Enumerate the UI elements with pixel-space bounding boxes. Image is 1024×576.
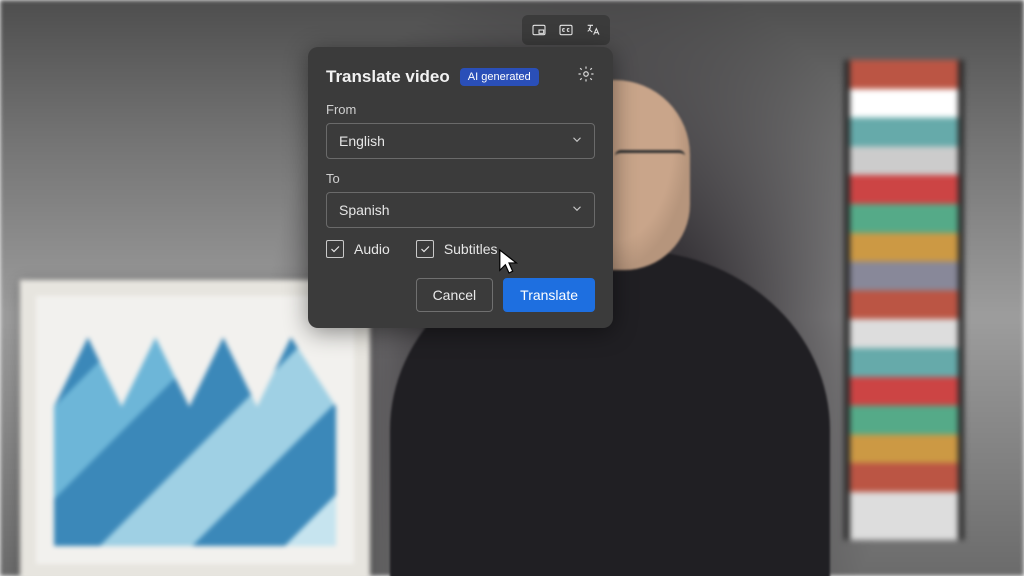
cc-icon[interactable]: [554, 18, 578, 42]
subtitles-label: Subtitles: [444, 241, 498, 257]
chevron-down-icon: [570, 202, 584, 219]
chevron-down-icon: [570, 133, 584, 150]
subtitles-checkbox[interactable]: Subtitles: [416, 240, 498, 258]
dialog-title: Translate video: [326, 67, 450, 87]
to-language-select[interactable]: Spanish: [326, 192, 595, 228]
cancel-button[interactable]: Cancel: [416, 278, 494, 312]
checkbox-box: [416, 240, 434, 258]
from-language-select[interactable]: English: [326, 123, 595, 159]
to-label: To: [326, 171, 595, 186]
to-language-value: Spanish: [339, 202, 390, 218]
audio-checkbox[interactable]: Audio: [326, 240, 390, 258]
checkbox-box: [326, 240, 344, 258]
translate-video-dialog: Translate video AI generated From Englis…: [308, 47, 613, 328]
language-icon[interactable]: [581, 18, 605, 42]
gear-icon[interactable]: [577, 65, 595, 88]
from-language-value: English: [339, 133, 385, 149]
check-icon: [419, 243, 431, 255]
video-overlay-toolbar: [522, 15, 610, 45]
audio-label: Audio: [354, 241, 390, 257]
pip-icon[interactable]: [527, 18, 551, 42]
ai-generated-badge: AI generated: [460, 68, 539, 86]
from-label: From: [326, 102, 595, 117]
bookshelf: [844, 60, 964, 540]
check-icon: [329, 243, 341, 255]
translate-button[interactable]: Translate: [503, 278, 595, 312]
